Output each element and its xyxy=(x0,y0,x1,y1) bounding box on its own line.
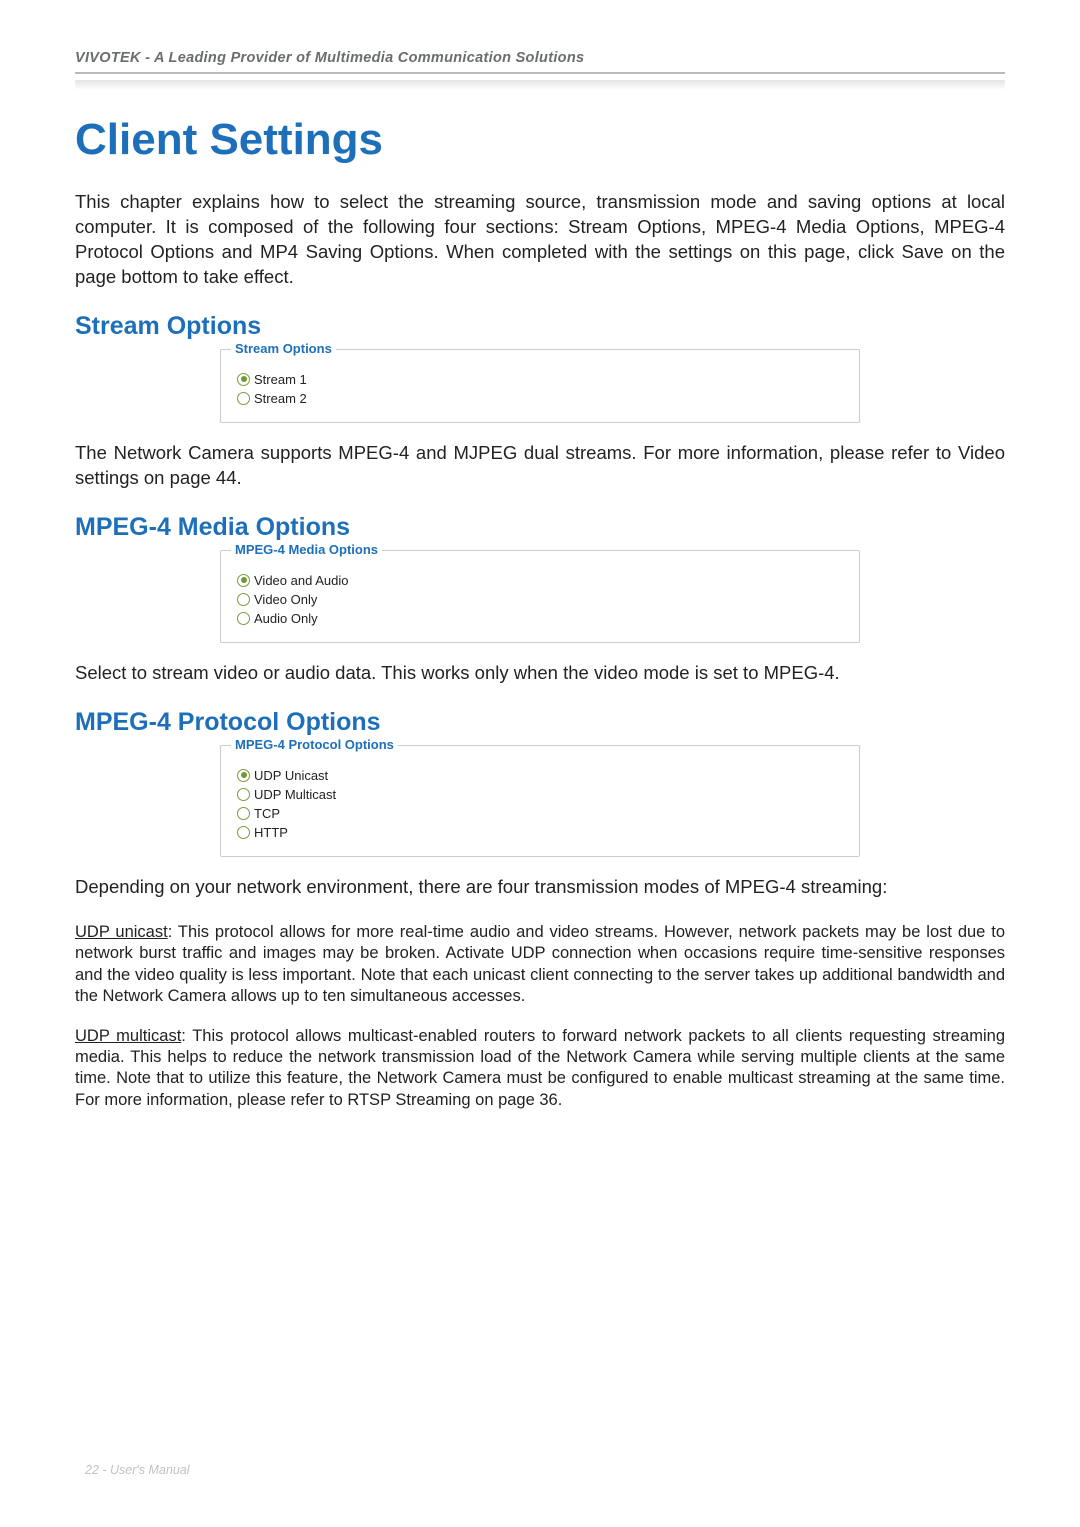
udp-multicast-body: : This protocol allows multicast-enabled… xyxy=(75,1027,1005,1109)
page-title: Client Settings xyxy=(75,115,1005,165)
radio-http[interactable] xyxy=(237,826,250,839)
stream-options-heading: Stream Options xyxy=(75,312,1005,341)
protocol-option-row: TCP xyxy=(237,804,843,823)
radio-audio-only-label: Audio Only xyxy=(254,611,318,626)
radio-tcp[interactable] xyxy=(237,807,250,820)
radio-stream2[interactable] xyxy=(237,392,250,405)
protocol-options-legend: MPEG-4 Protocol Options xyxy=(231,737,398,752)
radio-video-audio-label: Video and Audio xyxy=(254,573,348,588)
radio-audio-only[interactable] xyxy=(237,612,250,625)
brand-line: VIVOTEK - A Leading Provider of Multimed… xyxy=(75,50,1005,66)
stream-option-row: Stream 2 xyxy=(237,389,843,408)
radio-video-audio[interactable] xyxy=(237,574,250,587)
stream-options-legend: Stream Options xyxy=(231,341,336,356)
radio-udp-unicast-label: UDP Unicast xyxy=(254,768,328,783)
media-options-panel: MPEG-4 Media Options Video and Audio Vid… xyxy=(220,550,860,643)
radio-udp-multicast-label: UDP Multicast xyxy=(254,787,336,802)
media-option-row: Video Only xyxy=(237,590,843,609)
radio-http-label: HTTP xyxy=(254,825,288,840)
protocol-options-heading: MPEG-4 Protocol Options xyxy=(75,708,1005,737)
udp-unicast-term: UDP unicast xyxy=(75,923,168,941)
radio-udp-unicast[interactable] xyxy=(237,769,250,782)
media-desc: Select to stream video or audio data. Th… xyxy=(75,661,1005,686)
media-option-row: Audio Only xyxy=(237,609,843,628)
media-options-heading: MPEG-4 Media Options xyxy=(75,513,1005,542)
udp-unicast-paragraph: UDP unicast: This protocol allows for mo… xyxy=(75,922,1005,1008)
radio-video-only[interactable] xyxy=(237,593,250,606)
protocol-desc-lead: Depending on your network environment, t… xyxy=(75,875,1005,900)
media-options-legend: MPEG-4 Media Options xyxy=(231,542,382,557)
page-footer: 22 - User's Manual xyxy=(85,1463,190,1477)
udp-multicast-term: UDP multicast xyxy=(75,1027,181,1045)
protocol-option-row: UDP Unicast xyxy=(237,766,843,785)
protocol-option-row: UDP Multicast xyxy=(237,785,843,804)
radio-stream1[interactable] xyxy=(237,373,250,386)
radio-video-only-label: Video Only xyxy=(254,592,317,607)
stream-options-panel: Stream Options Stream 1 Stream 2 xyxy=(220,349,860,423)
protocol-options-panel: MPEG-4 Protocol Options UDP Unicast UDP … xyxy=(220,745,860,857)
stream-desc: The Network Camera supports MPEG-4 and M… xyxy=(75,441,1005,491)
stream-option-row: Stream 1 xyxy=(237,370,843,389)
radio-stream1-label: Stream 1 xyxy=(254,372,307,387)
udp-unicast-body: : This protocol allows for more real-tim… xyxy=(75,923,1005,1005)
udp-multicast-paragraph: UDP multicast: This protocol allows mult… xyxy=(75,1026,1005,1112)
page-content: Client Settings This chapter explains ho… xyxy=(75,115,1005,1129)
page-header: VIVOTEK - A Leading Provider of Multimed… xyxy=(75,50,1005,74)
media-option-row: Video and Audio xyxy=(237,571,843,590)
intro-paragraph: This chapter explains how to select the … xyxy=(75,190,1005,290)
header-shadow xyxy=(75,80,1005,90)
radio-stream2-label: Stream 2 xyxy=(254,391,307,406)
radio-udp-multicast[interactable] xyxy=(237,788,250,801)
radio-tcp-label: TCP xyxy=(254,806,280,821)
protocol-option-row: HTTP xyxy=(237,823,843,842)
